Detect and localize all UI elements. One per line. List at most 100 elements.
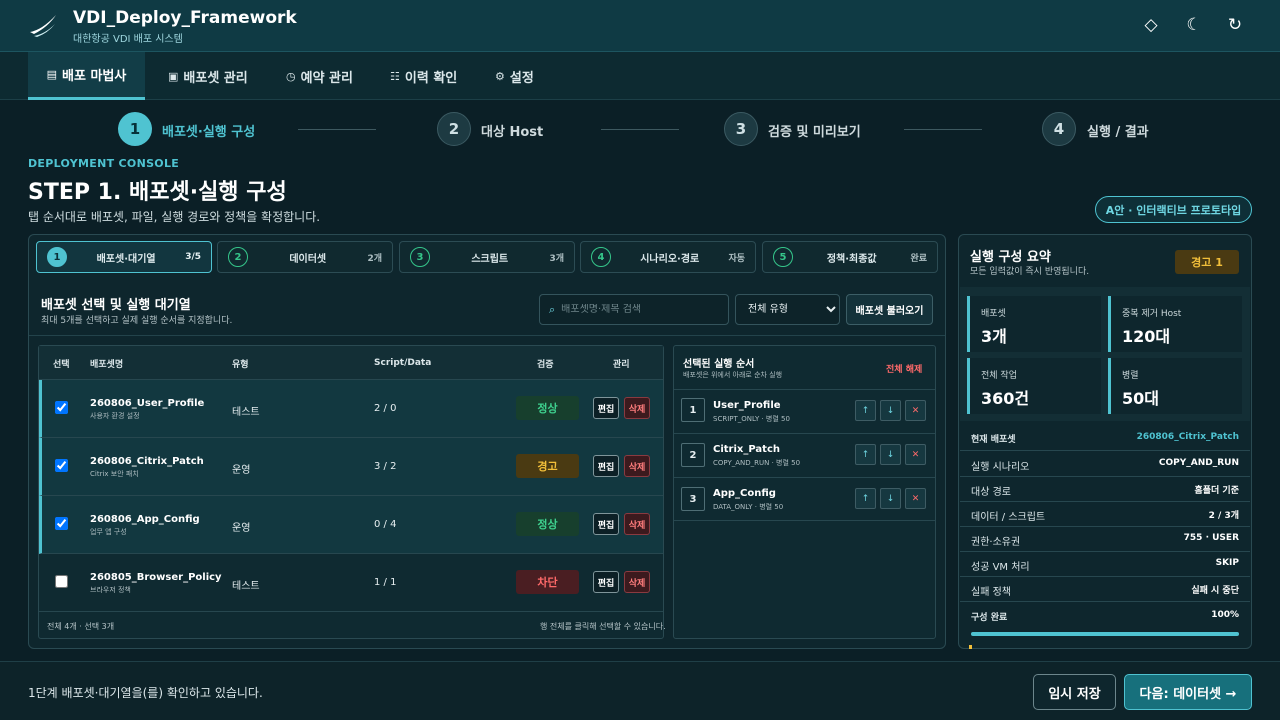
row-name: 260806_User_Profile	[90, 398, 205, 409]
row-type: 운영	[232, 523, 251, 534]
progress-fill	[971, 632, 1239, 636]
app-subtitle: 대한항공 VDI 배포 시스템	[73, 34, 183, 45]
summary-row: 권한·소유권 755 · USER	[971, 533, 1239, 548]
search-box: ⌕	[539, 294, 729, 325]
order-item-meta: SCRIPT_ONLY · 병렬 50	[713, 415, 790, 423]
status-badge: 차단	[516, 570, 579, 594]
next-step-button[interactable]: 다음: 데이터셋 →	[1124, 674, 1252, 710]
status-badge: 정상	[516, 512, 579, 536]
step-3-circle[interactable]: 3	[724, 112, 758, 146]
remove-button[interactable]: ✕	[905, 400, 926, 421]
move-up-button[interactable]: ↑	[855, 488, 876, 509]
move-down-button[interactable]: ↓	[880, 400, 901, 421]
row-name-cell: 260806_Citrix_Patch Citrix 보안 패치	[90, 456, 204, 479]
tab-deployset-manage[interactable]: ▣ 배포셋 관리	[150, 52, 266, 100]
refresh-icon[interactable]: ↻	[1224, 14, 1246, 36]
row-name-cell: 260806_App_Config 업무 앱 구성	[90, 514, 200, 537]
subtab-script[interactable]: 3 스크립트 3개	[399, 241, 575, 273]
table-header	[39, 346, 663, 380]
step-1-circle[interactable]: 1	[118, 112, 152, 146]
summary-current: 현재 배포셋 260806_Citrix_Patch	[971, 432, 1239, 445]
edit-button[interactable]: 편집	[593, 397, 619, 419]
divider	[960, 551, 1250, 552]
row-type: 운영	[232, 465, 251, 476]
divider	[960, 476, 1250, 477]
delete-button[interactable]: 삭제	[624, 571, 650, 593]
col-select: 선택	[53, 359, 70, 370]
row-name-cell: 260806_User_Profile 사용자 환경 설정	[90, 398, 204, 421]
row-checkbox[interactable]	[55, 401, 68, 414]
search-input[interactable]	[561, 304, 722, 315]
tab-schedule[interactable]: ◷ 예약 관리	[268, 52, 371, 100]
move-up-button[interactable]: ↑	[855, 400, 876, 421]
step-connector	[298, 129, 376, 130]
divider	[960, 601, 1250, 602]
move-down-button[interactable]: ↓	[880, 444, 901, 465]
moon-icon[interactable]: ☾	[1183, 14, 1205, 36]
step-2-circle[interactable]: 2	[437, 112, 471, 146]
step-4-label: 실행 / 결과	[1087, 125, 1149, 140]
remove-button[interactable]: ✕	[905, 488, 926, 509]
summary-row: 실패 정책 실패 시 중단	[971, 586, 1239, 598]
save-draft-button[interactable]: 임시 저장	[1033, 674, 1116, 710]
progress-bar	[971, 632, 1239, 636]
row-script-data: 2 / 0	[374, 403, 397, 414]
order-number: 1	[681, 398, 705, 422]
row-name: 260806_Citrix_Patch	[90, 456, 204, 467]
row-script-data: 3 / 2	[374, 461, 397, 472]
col-manage: 관리	[613, 359, 630, 370]
table-footer-count: 전체 4개 · 선택 3개	[47, 622, 115, 631]
summary-row: 실행 시나리오 COPY_AND_RUN	[971, 458, 1239, 473]
row-checkbox[interactable]	[55, 517, 68, 530]
summary-row: 데이터 / 스크립트 2 / 3개	[971, 511, 1239, 523]
subtab-policy-final[interactable]: 5 정책·최종값 완료	[762, 241, 938, 273]
edit-button[interactable]: 편집	[593, 571, 619, 593]
type-filter-select[interactable]: 전체 유형	[735, 294, 840, 325]
divider	[960, 576, 1250, 577]
delete-button[interactable]: 삭제	[624, 397, 650, 419]
col-script-data: Script/Data	[374, 358, 432, 368]
order-number: 2	[681, 443, 705, 467]
step-3-label: 검증 및 미리보기	[768, 125, 861, 140]
search-icon: ⌕	[549, 302, 556, 316]
order-item-text: User_Profile SCRIPT_ONLY · 병렬 50	[713, 400, 790, 424]
step-2-label: 대상 Host	[481, 125, 544, 140]
subtab-deployset-queue[interactable]: 1 배포셋·대기열 3/5	[36, 241, 212, 273]
edit-button[interactable]: 편집	[593, 513, 619, 535]
subtab-scenario-path[interactable]: 4 시나리오·경로 자동	[580, 241, 756, 273]
status-badge: 정상	[516, 396, 579, 420]
step-4-circle[interactable]: 4	[1042, 112, 1076, 146]
warning-badge: 경고 1	[1175, 250, 1239, 274]
move-down-button[interactable]: ↓	[880, 488, 901, 509]
delete-button[interactable]: 삭제	[624, 513, 650, 535]
logo-icon	[30, 15, 56, 37]
remove-button[interactable]: ✕	[905, 444, 926, 465]
summary-complete: 구성 완료 100%	[971, 610, 1239, 623]
tab-deploy-wizard[interactable]: ▤ 배포 마법사	[28, 52, 145, 100]
page-eyebrow: DEPLOYMENT CONSOLE	[28, 157, 180, 170]
footer-status: 1단계 배포셋·대기열을(를) 확인하고 있습니다.	[28, 686, 263, 700]
tab-settings[interactable]: ⚙ 설정	[477, 52, 552, 100]
tab-history[interactable]: ☷ 이력 확인	[372, 52, 475, 100]
order-item-meta: DATA_ONLY · 병렬 50	[713, 503, 784, 511]
load-deployset-button[interactable]: 배포셋 불러오기	[846, 294, 933, 325]
clear-all-button[interactable]: 전체 해제	[886, 362, 922, 375]
delete-button[interactable]: 삭제	[624, 455, 650, 477]
edit-button[interactable]: 편집	[593, 455, 619, 477]
move-up-button[interactable]: ↑	[855, 444, 876, 465]
row-checkbox[interactable]	[55, 459, 68, 472]
subtab-dataset[interactable]: 2 데이터셋 2개	[217, 241, 393, 273]
row-desc: Citrix 보안 패치	[90, 470, 139, 478]
row-name: 260805_Browser_Policy	[90, 572, 222, 583]
page-title: STEP 1. 배포셋·실행 구성	[28, 180, 287, 205]
row-name-cell: 260805_Browser_Policy 브라우저 정책	[90, 572, 222, 595]
row-checkbox[interactable]	[55, 575, 68, 588]
summary-row: 성공 VM 처리 SKIP	[971, 558, 1239, 573]
row-script-data: 1 / 1	[374, 577, 397, 588]
order-item-name: App_Config	[713, 488, 776, 499]
page-subtitle: 탭 순서대로 배포셋, 파일, 실행 경로와 정책을 확정합니다.	[28, 210, 321, 224]
diamond-icon[interactable]: ◇	[1140, 14, 1162, 36]
row-type: 테스트	[232, 581, 260, 592]
divider	[960, 501, 1250, 502]
row-type: 테스트	[232, 407, 260, 418]
